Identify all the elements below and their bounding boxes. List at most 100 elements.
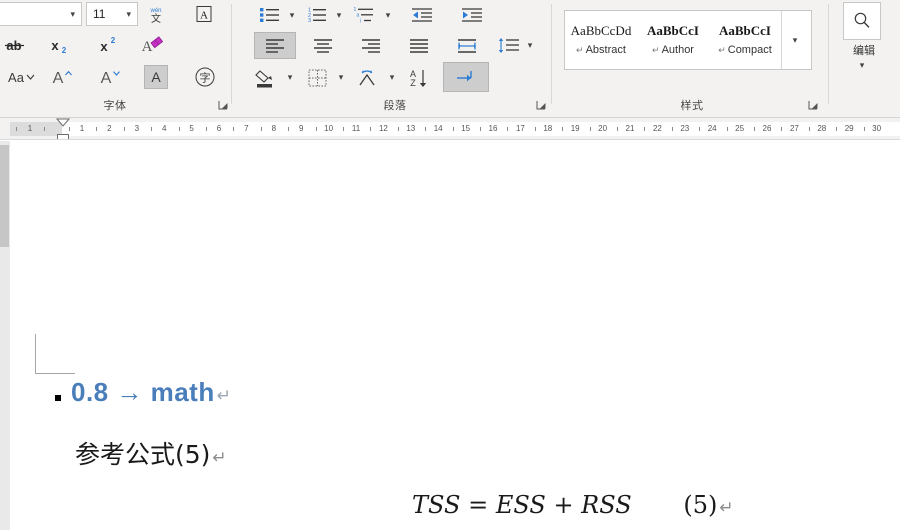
style-item-compact[interactable]: AaBbCcI ↵ Compact — [709, 11, 781, 69]
subscript-icon[interactable]: x 2 — [44, 32, 74, 58]
style-preview: AaBbCcI — [646, 23, 699, 38]
svg-text:A: A — [53, 70, 64, 87]
change-case-icon[interactable]: Aa — [2, 64, 38, 90]
equation-5[interactable]: TSS = ESS + RSS (5) ↵ — [412, 491, 734, 519]
multilevel-list-icon[interactable]: 1 a i — [350, 3, 380, 27]
ruler-tickmark — [726, 127, 728, 131]
sort-icon[interactable]: A Z — [405, 64, 435, 91]
page-margin-marker — [35, 334, 75, 374]
asian-layout-dropdown-chevron-down-icon[interactable]: ▾ — [385, 64, 399, 91]
scrollbar-thumb[interactable] — [0, 145, 9, 247]
ruler-tickmark — [425, 127, 427, 131]
clear-formatting-icon[interactable]: A — [136, 32, 166, 58]
group-label-font: 字体 — [103, 100, 127, 112]
ruler-tickmark — [206, 127, 207, 131]
styles-dialog-launcher[interactable] — [808, 100, 820, 112]
numbering-dropdown-chevron-down-icon[interactable]: ▾ — [332, 3, 346, 27]
numbering-icon[interactable]: 1 2 3 — [303, 3, 331, 27]
ruler-tickmark — [233, 127, 235, 131]
distributed-icon[interactable] — [446, 32, 488, 59]
ruler-tick: 23 — [680, 124, 690, 133]
font-dialog-launcher[interactable] — [218, 100, 230, 112]
style-name-text: Abstract — [585, 44, 626, 56]
paragraph-mark-icon: ↵ — [216, 386, 231, 406]
multilevel-list-dropdown-chevron-down-icon[interactable]: ▾ — [381, 3, 395, 27]
bullets-icon[interactable] — [256, 3, 284, 27]
align-center-icon[interactable] — [302, 32, 344, 59]
ruler-tickmark — [507, 127, 509, 131]
vertical-scrollbar[interactable] — [0, 141, 9, 530]
paragraph-heading[interactable]: 0.8 → math ↵ — [55, 377, 231, 408]
svg-text:Z: Z — [410, 78, 416, 88]
chevron-down-icon: ▾ — [70, 8, 75, 19]
enclose-characters-icon[interactable]: 字 — [190, 64, 220, 90]
document-page[interactable]: 0.8 → math ↵ 参考公式(5) ↵ TSS = ESS + RSS (5… — [10, 141, 900, 530]
left-indent-marker[interactable] — [57, 134, 69, 139]
shading-dropdown-chevron-down-icon[interactable]: ▾ — [283, 64, 297, 91]
text-highlight-icon[interactable]: A — [144, 65, 168, 89]
decrease-indent-icon[interactable] — [408, 3, 436, 27]
chevron-down-icon: ▾ — [126, 8, 131, 19]
style-item-abstract[interactable]: AaBbCcDd ↵ Abstract — [565, 11, 637, 69]
ruler-tick: 5 — [189, 124, 194, 133]
font-name-combo[interactable]: ▾ — [0, 2, 82, 26]
styles-gallery: AaBbCcDd ↵ Abstract AaBbCcI ↵ Author AaB… — [564, 10, 812, 70]
ruler-tick: 12 — [378, 124, 388, 133]
ruler-tick: 25 — [735, 124, 745, 133]
font-size-combo[interactable]: 11 ▾ — [86, 2, 138, 26]
find-button[interactable] — [843, 2, 881, 40]
svg-text:3: 3 — [308, 18, 311, 24]
character-border-icon[interactable]: A — [190, 2, 218, 26]
style-item-author[interactable]: AaBbCcI ↵ Author — [637, 11, 709, 69]
style-preview: AaBbCcI — [718, 23, 771, 38]
strikethrough-icon[interactable]: ab — [0, 32, 30, 58]
ruler-tickmark — [178, 127, 180, 131]
paragraph-caption-cn[interactable]: 参考公式(5) ↵ — [75, 435, 227, 471]
superscript-icon[interactable]: x 2 — [93, 32, 123, 58]
ruler-tickmark — [617, 127, 618, 131]
borders-dropdown-chevron-down-icon[interactable]: ▾ — [334, 64, 348, 91]
bullets-dropdown-chevron-down-icon[interactable]: ▾ — [285, 3, 299, 27]
phonetic-guide-icon[interactable]: wén 文 — [142, 2, 170, 26]
svg-text:x: x — [51, 38, 59, 53]
shrink-font-icon[interactable]: A — [94, 64, 126, 90]
ruler-tick: 24 — [707, 124, 717, 133]
equation-5-tag: (5) — [683, 491, 718, 519]
ruler-tickmark — [534, 127, 536, 131]
svg-text:A: A — [142, 39, 153, 55]
borders-icon[interactable] — [303, 64, 333, 91]
paragraph-dialog-launcher[interactable] — [536, 100, 548, 112]
line-spacing-icon[interactable] — [494, 32, 524, 59]
ruler-tickmark — [452, 127, 454, 131]
increase-indent-icon[interactable] — [458, 3, 486, 27]
show-formatting-marks-icon[interactable] — [443, 62, 489, 92]
grow-font-icon[interactable]: A — [46, 64, 78, 90]
font-size-value: 11 — [93, 7, 106, 21]
align-left-icon[interactable] — [254, 32, 296, 59]
shading-icon[interactable] — [252, 64, 282, 91]
ruler-tickmark — [123, 127, 125, 131]
horizontal-ruler[interactable]: 1 1 2 3 4 5 6 7 8 9 10 11 12 13 14 15 16 17 18 19 20 21 22 23 24… — [0, 118, 900, 140]
svg-text:A: A — [101, 70, 112, 87]
svg-text:Aa: Aa — [8, 70, 25, 85]
styles-gallery-more-button[interactable]: ▾ — [781, 11, 808, 69]
ruler-tick: 9 — [298, 124, 304, 133]
ruler-tickmark — [260, 127, 262, 131]
first-line-indent-marker[interactable] — [56, 118, 70, 128]
ruler-tick: 21 — [625, 124, 635, 133]
ruler-tickmark — [44, 127, 45, 131]
style-preview: AaBbCcDd — [570, 23, 632, 38]
search-icon — [854, 12, 870, 28]
line-spacing-dropdown-chevron-down-icon[interactable]: ▾ — [523, 32, 537, 59]
asian-layout-icon[interactable] — [354, 64, 384, 91]
group-divider — [551, 4, 552, 104]
align-right-icon[interactable] — [350, 32, 392, 59]
ruler-tick: 10 — [324, 124, 334, 133]
editing-more-chevron-down-icon[interactable]: ▾ — [854, 58, 870, 72]
justify-icon[interactable] — [398, 32, 440, 59]
ruler-tick: 15 — [461, 124, 471, 133]
ruler-tick: 20 — [598, 124, 608, 133]
ruler-tick: 2 — [107, 124, 112, 133]
style-name-text: Compact — [727, 44, 772, 56]
ruler-tick: 8 — [271, 124, 277, 133]
